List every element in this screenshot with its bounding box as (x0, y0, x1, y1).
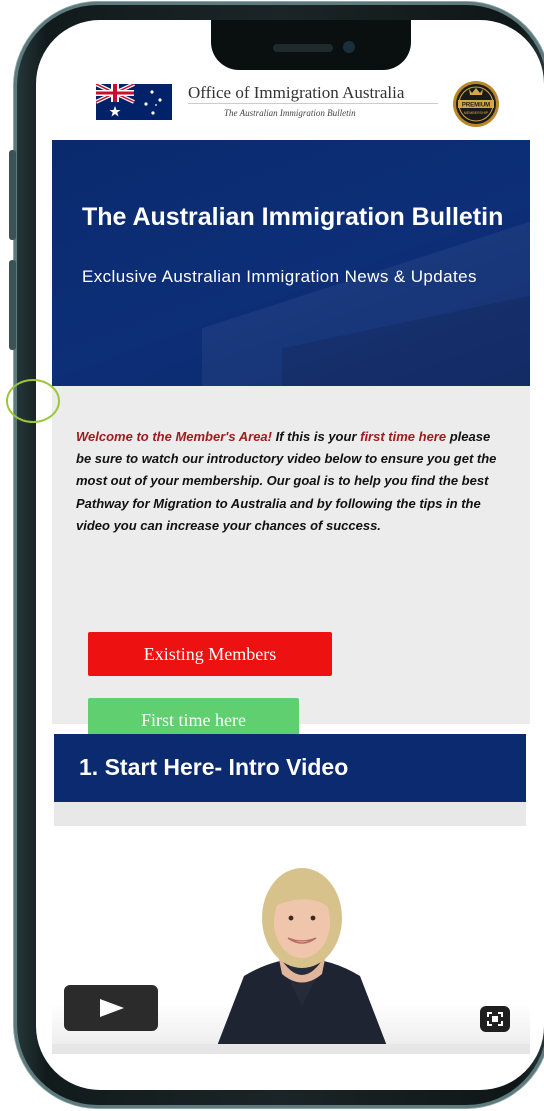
welcome-text: If this is your (271, 429, 361, 444)
play-icon (100, 999, 124, 1017)
hero-title: The Australian Immigration Bulletin (82, 203, 504, 231)
touch-indicator (6, 379, 60, 423)
welcome-section: Welcome to the Member's Area! If this is… (52, 386, 530, 742)
welcome-paragraph: Welcome to the Member's Area! If this is… (76, 426, 506, 537)
office-title: Office of Immigration Australia (188, 83, 405, 102)
intro-video-player[interactable] (52, 826, 530, 1044)
australian-flag-icon (96, 84, 172, 120)
presenter-thumbnail (217, 868, 387, 1044)
site-header: Office of Immigration Australia The Aust… (36, 70, 544, 140)
section-title: 1. Start Here- Intro Video (79, 754, 349, 780)
premium-membership-badge-icon: PREMIUM MEMBERSHIP (453, 81, 499, 127)
front-camera-icon (343, 41, 355, 53)
first-time-highlight: first time here (360, 429, 447, 444)
phone-screen: Office of Immigration Australia The Aust… (36, 20, 544, 1090)
section-header: 1. Start Here- Intro Video (54, 734, 526, 802)
phone-volume-button (9, 260, 16, 350)
badge-text: PREMIUM (462, 103, 490, 109)
fullscreen-button[interactable] (480, 1006, 510, 1032)
header-divider (188, 103, 438, 104)
welcome-text: please be sure to watch our introductory… (76, 429, 497, 533)
hero-banner: The Australian Immigration Bulletin Excl… (52, 140, 530, 386)
hero-subtitle: Exclusive Australian Immigration News & … (82, 267, 477, 286)
section-divider (54, 802, 526, 826)
badge-subtext: MEMBERSHIP (464, 111, 489, 115)
phone-volume-button (9, 150, 16, 240)
existing-members-button[interactable]: Existing Members (88, 632, 332, 676)
phone-notch (211, 20, 411, 70)
office-subtitle: The Australian Immigration Bulletin (224, 108, 356, 118)
speaker-grille (273, 44, 333, 52)
fullscreen-icon (487, 1012, 503, 1026)
welcome-heading: Welcome to the Member's Area! (76, 429, 272, 444)
video-bottom-bar (52, 1044, 530, 1054)
play-button[interactable] (64, 985, 158, 1031)
